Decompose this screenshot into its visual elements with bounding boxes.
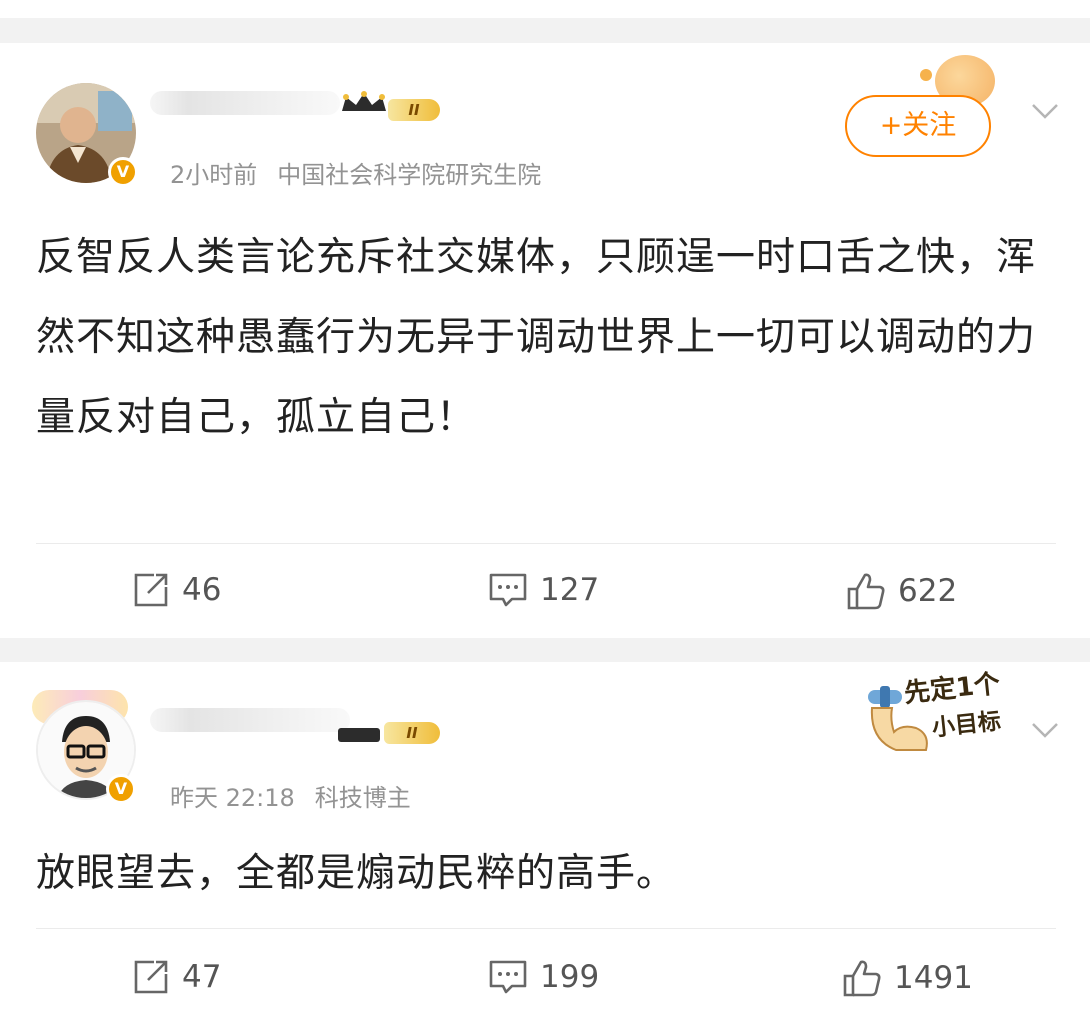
like-count: 1491 xyxy=(894,960,973,996)
repost-count: 46 xyxy=(182,572,222,608)
comment-button[interactable]: 127 xyxy=(488,571,599,609)
verified-badge: V xyxy=(106,774,136,804)
like-icon xyxy=(843,960,881,997)
comment-count: 199 xyxy=(540,959,600,995)
chevron-down-icon[interactable] xyxy=(1030,101,1060,121)
like-button[interactable]: 622 xyxy=(846,571,957,611)
repost-count: 47 xyxy=(182,959,222,995)
post-content: 反智反人类言论充斥社交媒体，只顾逞一时口舌之快，浑然不知这种愚蠢行为无异于调动世… xyxy=(36,235,1037,440)
post-meta: 2小时前 中国社会科学院研究生院 xyxy=(170,155,561,190)
follow-button[interactable]: +关注 xyxy=(845,95,991,157)
post-card: V II 2小时前 中国社会科学院研究生院 +关注 反智反人类言论充斥社交媒体，只… xyxy=(0,43,1090,638)
post-meta: 昨天 22:18 科技博主 xyxy=(170,778,431,813)
comment-count: 127 xyxy=(540,572,600,608)
post-card: V II 昨天 22:18 科技博主 先定1个 小目标 放眼望去，全都是煽动民粹的… xyxy=(0,662,1090,1024)
previous-card-edge xyxy=(0,0,1090,18)
sticker-text-line1: 先定1个 xyxy=(902,669,1002,709)
post-time: 2小时前 xyxy=(170,161,258,189)
repost-icon xyxy=(134,960,168,994)
crown-icon xyxy=(338,728,380,742)
sticker-text-line2: 小目标 xyxy=(930,708,1003,742)
comment-icon xyxy=(489,960,527,994)
crown-icon xyxy=(342,91,386,111)
level-badge: II xyxy=(384,722,440,744)
like-icon xyxy=(847,573,885,610)
repost-button[interactable]: 46 xyxy=(132,571,221,609)
author-name-blurred[interactable] xyxy=(150,91,340,115)
like-button[interactable]: 1491 xyxy=(842,958,973,998)
level-badge: II xyxy=(388,99,440,121)
divider xyxy=(36,543,1056,544)
post-content: 放眼望去，全都是煽动民粹的高手。 xyxy=(36,851,677,896)
follow-decoration-dot xyxy=(920,69,932,81)
divider xyxy=(36,928,1056,929)
sticker-decoration: 先定1个 小目标 xyxy=(862,669,1032,770)
like-count: 622 xyxy=(898,573,958,609)
comment-icon xyxy=(489,573,527,607)
author-name-blurred[interactable] xyxy=(150,708,350,732)
comment-button[interactable]: 199 xyxy=(488,958,599,996)
verified-badge: V xyxy=(108,157,138,187)
repost-button[interactable]: 47 xyxy=(132,958,221,996)
chevron-down-icon[interactable] xyxy=(1030,720,1060,740)
post-source: 中国社会科学院研究生院 xyxy=(277,161,542,189)
post-time: 昨天 22:18 xyxy=(170,784,295,812)
post-source: 科技博主 xyxy=(314,784,411,812)
repost-icon xyxy=(134,573,168,607)
